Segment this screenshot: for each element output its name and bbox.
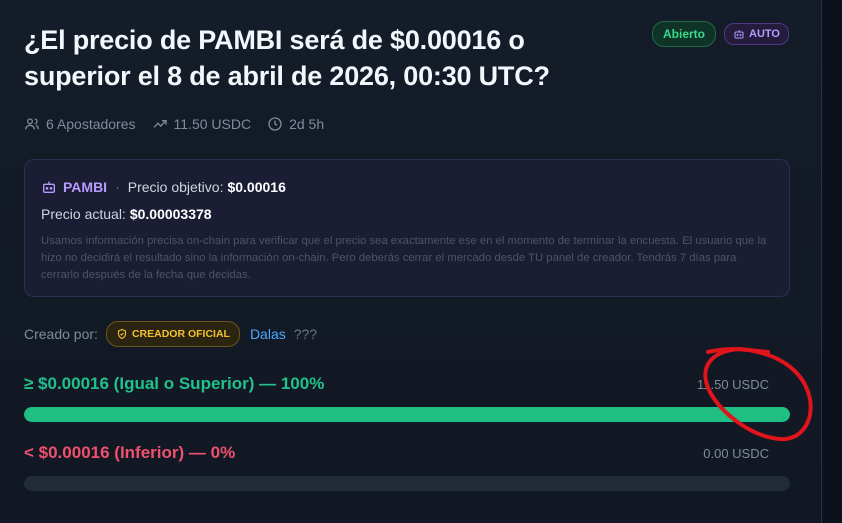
option-yes-label[interactable]: ≥ $0.00016 (Igual o Superior) — 100% [24,374,324,394]
robot-icon [43,181,55,193]
current-price-value: $0.00003378 [129,206,212,222]
market-stats: 6 Apostadores 11.50 USDC 2d 5h [24,116,340,132]
price-info-panel: PAMBI · Precio objetivo: $0.00016 Precio… [24,159,790,297]
official-creator-label: CREADOR OFICIAL [131,328,230,340]
market-card: ¿El precio de PAMBI será de $0.00016 o s… [0,0,822,523]
creator-label: Creado por: [24,326,98,342]
asset-symbol: PAMBI [63,179,108,195]
users-icon [25,118,39,130]
creator-row: Creado por: CREADOR OFICIAL Dalas ??? [24,321,317,347]
official-creator-badge: CREADOR OFICIAL [105,321,240,347]
current-price-row: Precio actual: $0.00003378 [41,206,212,222]
target-price-label: Precio objetivo: [127,179,224,195]
robot-icon [734,30,744,39]
separator-dot: · [115,179,120,195]
shield-check-icon [117,328,126,340]
option-no-bar[interactable] [24,476,790,491]
option-no-label[interactable]: < $0.00016 (Inferior) — 0% [24,443,235,463]
volume-value: 11.50 USDC [173,116,252,132]
time-left-value: 2d 5h [289,116,325,132]
stat-bettors: 6 Apostadores [24,116,136,132]
resolution-note: Usamos información precisa on-chain para… [41,235,767,281]
creator-name-link[interactable]: Dalas [250,326,286,342]
trending-up-icon [153,120,167,128]
stat-volume: 11.50 USDC [152,116,252,132]
market-title: ¿El precio de PAMBI será de $0.00016 o s… [24,25,550,91]
clock-icon [268,117,282,131]
option-yes-amount: 11.50 USDC [696,377,769,392]
status-badges: Abierto AUTO [652,21,789,47]
option-yes-bar-fill [24,407,790,422]
stat-time-left: 2d 5h [267,116,324,132]
option-yes-bar[interactable] [24,407,790,422]
status-badge-open: Abierto [652,21,716,47]
creator-extra: ??? [293,326,318,342]
bettors-count: 6 Apostadores [46,116,136,132]
page-background-edge [823,0,842,523]
mode-badge-label: AUTO [749,28,780,40]
target-price-row: PAMBI · Precio objetivo: $0.00016 [41,179,286,195]
target-price-value: $0.00016 [227,179,286,195]
mode-badge-auto: AUTO [724,23,789,45]
current-price-label: Precio actual: [41,206,126,222]
option-no-amount: 0.00 USDC [703,446,769,461]
